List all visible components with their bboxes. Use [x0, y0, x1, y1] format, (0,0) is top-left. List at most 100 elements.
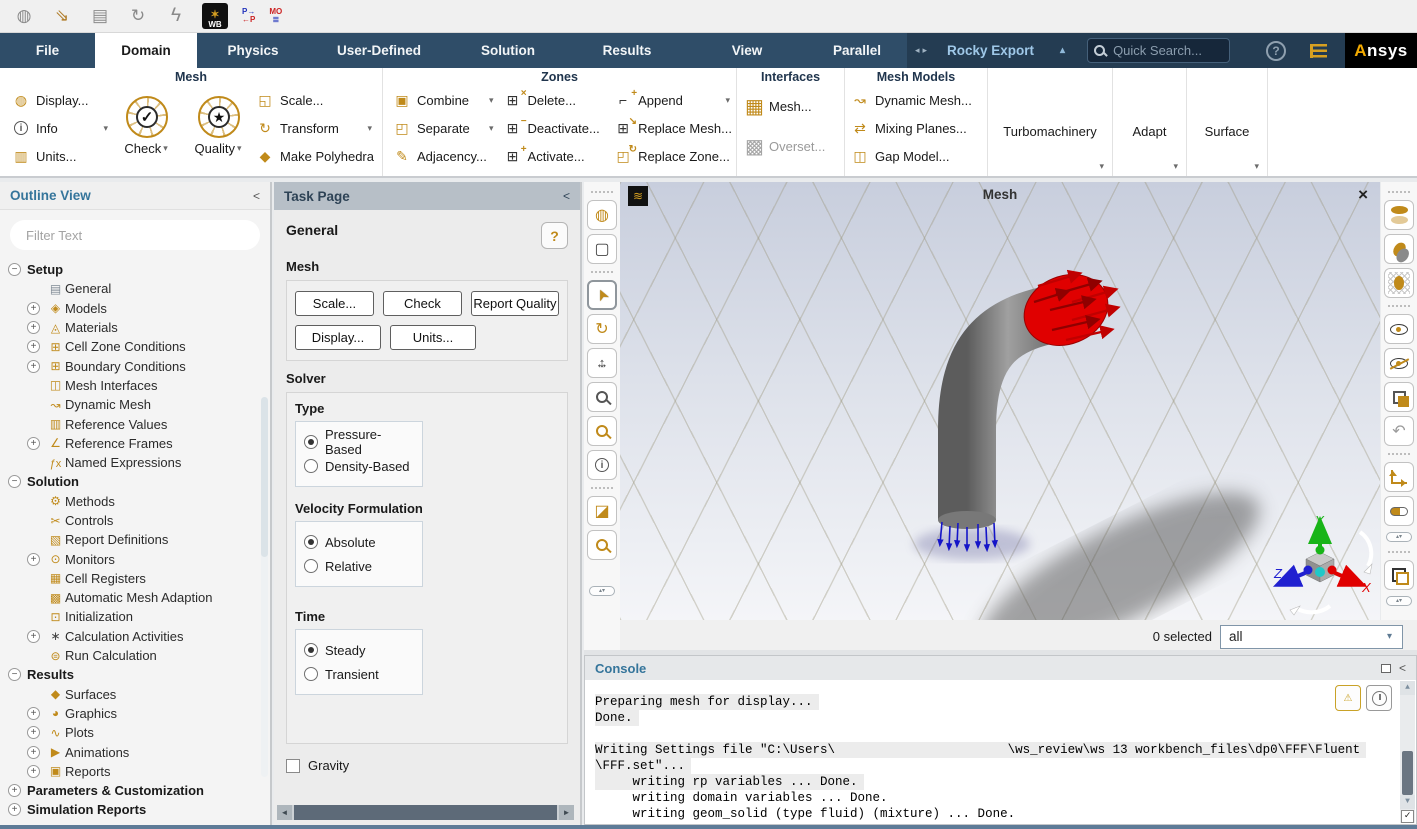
turbomachinery-caret-icon[interactable]: ▾	[1099, 161, 1106, 172]
expand-toggle[interactable]: +	[27, 765, 40, 778]
transform-caret-icon[interactable]: ▾	[367, 123, 374, 134]
hide-surfaces-tool[interactable]	[1384, 348, 1414, 378]
fit-to-window-tool[interactable]	[587, 530, 617, 560]
zoom-in-out-tool[interactable]	[587, 382, 617, 412]
mesh-check-button[interactable]: Check▾	[114, 94, 180, 176]
gap-model-button[interactable]: Gap Model...	[845, 142, 987, 170]
lights-tool[interactable]: ◪	[587, 496, 617, 526]
tree-item-monitors[interactable]: +Monitors	[0, 549, 270, 568]
view-box-tool[interactable]: ▢	[587, 234, 617, 264]
gravity-checkbox[interactable]	[286, 759, 300, 773]
radio-icon[interactable]	[304, 459, 318, 473]
tree-item-methods[interactable]: Methods	[0, 492, 270, 511]
zones-deactivate-button[interactable]: − Deactivate...	[500, 114, 611, 142]
tree-item-dynamic-mesh[interactable]: Dynamic Mesh	[0, 395, 270, 414]
tree-item-simulation-reports[interactable]: +Simulation Reports	[0, 800, 270, 819]
tree-item-solution[interactable]: −Solution	[0, 472, 270, 491]
tree-item-reference-values[interactable]: Reference Values	[0, 414, 270, 433]
radio-transient[interactable]: Transient	[304, 662, 414, 686]
scroll-right-icon[interactable]: ►	[559, 805, 574, 820]
outline-filter[interactable]	[10, 220, 260, 250]
scroll-up-icon[interactable]: ▲	[1400, 681, 1415, 695]
expand-toggle[interactable]: +	[8, 784, 21, 797]
parameter-transfer-icon[interactable]: P→ ←P	[242, 8, 255, 24]
tree-item-models[interactable]: +Models	[0, 299, 270, 318]
task-horizontal-scrollbar[interactable]: ◄ ►	[277, 805, 574, 820]
radio-absolute[interactable]: Absolute	[304, 530, 414, 554]
radio-icon[interactable]	[304, 667, 318, 681]
radio-pressure-based[interactable]: Pressure-Based	[304, 430, 414, 454]
tree-item-materials[interactable]: +Materials	[0, 318, 270, 337]
zones-activate-button[interactable]: + Activate...	[500, 142, 611, 170]
tree-item-surfaces[interactable]: Surfaces	[0, 685, 270, 704]
expand-toggle[interactable]: +	[27, 340, 40, 353]
tree-item-calculation-activities[interactable]: +Calculation Activities	[0, 627, 270, 646]
console-collapse-icon[interactable]: <	[1399, 661, 1406, 675]
ruler-tool[interactable]	[1384, 496, 1414, 526]
gravity-row[interactable]: Gravity	[286, 758, 568, 773]
mesh-display-button[interactable]: Display...	[8, 86, 114, 114]
toolbar-overflow-pill[interactable]: ▴▾	[1386, 596, 1412, 606]
sync-icon[interactable]: ↻	[126, 4, 150, 28]
expand-toggle[interactable]: +	[8, 803, 21, 816]
zones-delete-button[interactable]: × Delete...	[500, 86, 611, 114]
ribbon-group-adapt[interactable]: Adapt ▾	[1113, 68, 1187, 176]
tree-item-initialization[interactable]: Initialization	[0, 607, 270, 626]
transparency-tool[interactable]	[1384, 268, 1414, 298]
help-icon[interactable]: ?	[1266, 41, 1286, 61]
radio-icon[interactable]	[304, 643, 318, 657]
expand-toggle[interactable]: +	[27, 360, 40, 373]
make-polyhedra-button[interactable]: Make Polyhedra	[252, 142, 378, 170]
tab-file[interactable]: File	[0, 33, 95, 68]
layout-tool[interactable]	[1384, 560, 1414, 590]
mesh-quality-button[interactable]: Quality▾	[186, 94, 252, 176]
check-button[interactable]: Check	[383, 291, 462, 316]
mesh-ball-icon[interactable]: ◍	[12, 4, 36, 28]
tree-item-plots[interactable]: +Plots	[0, 723, 270, 742]
undo-view-tool[interactable]: ↶	[1384, 416, 1414, 446]
tree-item-animations[interactable]: +Animations	[0, 742, 270, 761]
expand-toggle[interactable]: +	[27, 302, 40, 315]
radio-density-based[interactable]: Density-Based	[304, 454, 414, 478]
interrupt-button[interactable]	[1366, 685, 1392, 711]
check-caret-icon[interactable]: ▾	[163, 143, 170, 154]
tree-item-run-calculation[interactable]: Run Calculation	[0, 646, 270, 665]
console-scrollbar[interactable]: ▲ ▼ ✓	[1400, 681, 1415, 823]
ribbon-group-turbomachinery[interactable]: Turbomachinery ▾	[988, 68, 1113, 176]
mixing-planes-button[interactable]: Mixing Planes...	[845, 114, 987, 142]
pan-tool[interactable]: ↔↕	[587, 348, 617, 378]
tree-item-setup[interactable]: −Setup	[0, 260, 270, 279]
tree-item-reports[interactable]: +Reports	[0, 762, 270, 781]
radio-icon[interactable]	[304, 559, 318, 573]
macros-icon[interactable]: MO ≣	[269, 8, 282, 24]
collapse-toggle[interactable]: −	[8, 475, 21, 488]
expand-toggle[interactable]: +	[27, 321, 40, 334]
expand-toggle[interactable]: +	[27, 726, 40, 739]
restore-panel-icon[interactable]	[1381, 664, 1391, 673]
report-quality-button[interactable]: Report Quality	[471, 291, 559, 316]
select-pointer-tool[interactable]: ➤	[587, 280, 617, 310]
tab-results[interactable]: Results	[567, 33, 687, 68]
tree-item-controls[interactable]: Controls	[0, 511, 270, 530]
toolbar-overflow-pill[interactable]: ▴▾	[1386, 532, 1412, 542]
show-surfaces-tool[interactable]	[1384, 314, 1414, 344]
tab-scroll-arrows[interactable]: ◂ ▸	[907, 33, 935, 68]
expand-toggle[interactable]: +	[27, 553, 40, 566]
combine-caret-icon[interactable]: ▾	[489, 95, 496, 106]
toolbar-overflow-pill[interactable]: ▴▾	[589, 586, 615, 596]
zones-separate-button[interactable]: Separate ▾	[389, 114, 500, 142]
dynamic-mesh-button[interactable]: Dynamic Mesh...	[845, 86, 987, 114]
scroll-thumb[interactable]	[1402, 751, 1413, 795]
tab-parallel[interactable]: Parallel	[807, 33, 907, 68]
radio-icon[interactable]	[304, 535, 318, 549]
outline-collapse-icon[interactable]: <	[253, 189, 260, 203]
show-axes-tool[interactable]	[1384, 462, 1414, 492]
tree-item-reference-frames[interactable]: +Reference Frames	[0, 434, 270, 453]
tab-domain[interactable]: Domain	[95, 33, 197, 68]
scale-button[interactable]: Scale...	[295, 291, 374, 316]
mesh-units-button[interactable]: Units...	[8, 142, 114, 170]
tree-item-cell-registers[interactable]: Cell Registers	[0, 569, 270, 588]
tab-scroll-left-icon[interactable]: ◂	[915, 45, 920, 56]
expand-toggle[interactable]: +	[27, 630, 40, 643]
tab-solution[interactable]: Solution	[449, 33, 567, 68]
